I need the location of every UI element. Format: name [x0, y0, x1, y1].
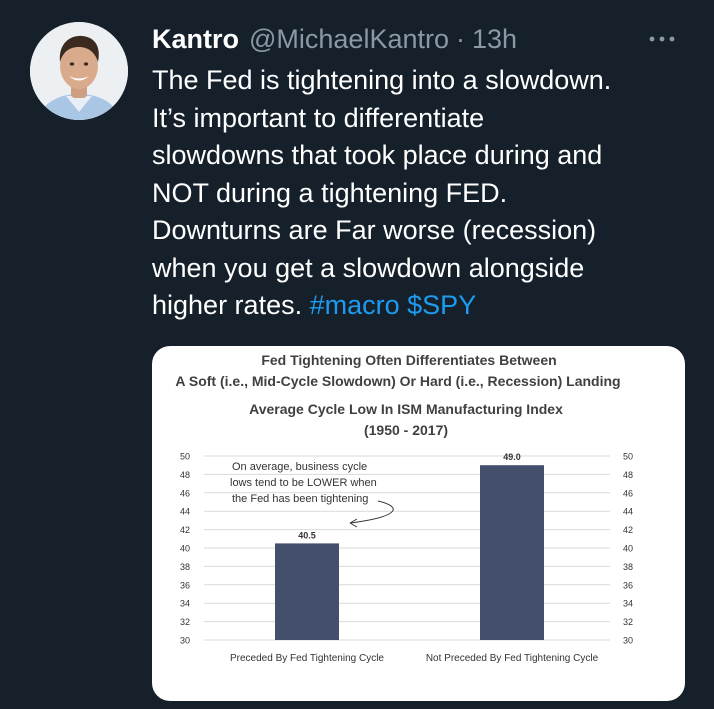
- y-tick-label-right: 30: [623, 636, 633, 646]
- annotation-text: On average, business cycle: [232, 461, 367, 473]
- y-tick-label-left: 40: [180, 544, 190, 554]
- y-tick-label-right: 40: [623, 544, 633, 554]
- chart-subtitle: Average Cycle Low In ISM Manufacturing I…: [249, 401, 563, 417]
- chart-subtitle: (1950 - 2017): [364, 422, 448, 438]
- hashtag-link[interactable]: #macro: [310, 290, 400, 320]
- tweet-timestamp[interactable]: 13h: [472, 24, 517, 55]
- tweet-text-last-line: higher rates. #macro $SPY: [152, 287, 697, 325]
- y-tick-label-right: 48: [623, 470, 633, 480]
- y-tick-label-left: 36: [180, 580, 190, 590]
- x-axis-label: Not Preceded By Fed Tightening Cycle: [426, 653, 599, 664]
- tweet-text-line: Downturns are Far worse (recession): [152, 215, 597, 245]
- tweet-text-line: slowdowns that took place during and: [152, 140, 603, 170]
- author-handle[interactable]: @MichaelKantro: [249, 24, 449, 55]
- bar: [480, 465, 544, 640]
- y-tick-label-right: 38: [623, 562, 633, 572]
- chart: 30 30 32 32 34 34 36 36 38 38 40 40 42 42 44 44 46 46 48 48…: [175, 352, 633, 664]
- chart-title: A Soft (i.e., Mid-Cycle Slowdown) Or Har…: [175, 373, 620, 389]
- y-tick-label-right: 36: [623, 580, 633, 590]
- y-tick-label-right: 42: [623, 525, 633, 535]
- more-horizontal-icon: [649, 36, 675, 42]
- y-tick-label-right: 50: [623, 452, 633, 462]
- y-tick-label-left: 34: [180, 599, 190, 609]
- y-tick-label-right: 34: [623, 599, 633, 609]
- bar-value-label: 49.0: [503, 452, 521, 462]
- cashtag-link[interactable]: $SPY: [407, 290, 476, 320]
- more-options-button[interactable]: [642, 28, 682, 50]
- y-tick-label-left: 42: [180, 525, 190, 535]
- tweet-header: Kantro @MichaelKantro · 13h: [152, 22, 517, 56]
- bar: [275, 543, 339, 640]
- y-tick-label-left: 50: [180, 452, 190, 462]
- tweet-text-line: higher rates.: [152, 290, 303, 320]
- y-tick-label-left: 46: [180, 488, 190, 498]
- y-tick-label-right: 44: [623, 507, 633, 517]
- y-tick-label-right: 46: [623, 488, 633, 498]
- header-separator: ·: [456, 23, 465, 54]
- annotation-text: the Fed has been tightening: [232, 493, 368, 505]
- bar-value-label: 40.5: [298, 530, 316, 540]
- annotation-text: lows tend to be LOWER when: [230, 477, 377, 489]
- chart-title: Fed Tightening Often Differentiates Betw…: [261, 352, 556, 368]
- tweet-text-line: The Fed is tightening into a slowdown.: [152, 65, 612, 95]
- avatar-photo: [30, 22, 128, 120]
- x-axis-label: Preceded By Fed Tightening Cycle: [230, 653, 384, 664]
- y-tick-label-left: 30: [180, 636, 190, 646]
- tweet-text: The Fed is tightening into a slowdown. I…: [152, 62, 697, 325]
- tweet-text-line: when you get a slowdown alongside: [152, 252, 585, 283]
- author-name[interactable]: Kantro: [152, 24, 239, 55]
- y-tick-label-left: 32: [180, 617, 190, 627]
- y-tick-label-left: 38: [180, 562, 190, 572]
- tweet-text-line: It’s important to differentiate: [152, 102, 485, 133]
- y-tick-label-right: 32: [623, 617, 633, 627]
- y-tick-label-left: 44: [180, 507, 190, 517]
- chart-image-card[interactable]: 30 30 32 32 34 34 36 36 38 38 40 40 42 42 44 44 46 46 48 48…: [152, 346, 685, 701]
- author-avatar[interactable]: [30, 22, 128, 120]
- y-tick-label-left: 48: [180, 470, 190, 480]
- tweet-text-line: NOT during a tightening FED.: [152, 177, 508, 208]
